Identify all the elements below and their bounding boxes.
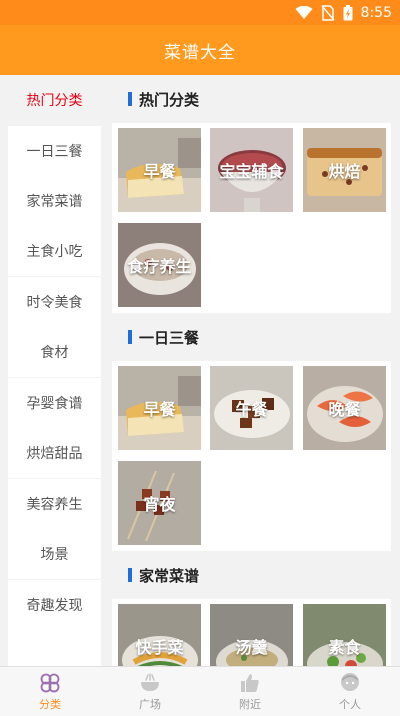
page-title: 菜谱大全 [164,42,236,63]
category-tile[interactable]: 晚餐 [303,366,386,450]
category-content: 热门分类 早餐 宝宝辅食 烘焙 食疗养生 一日三餐 早餐 午餐 晚餐 宵夜 家常… [112,75,400,666]
category-tile[interactable]: 早餐 [118,128,201,212]
category-tile[interactable]: 宝宝辅食 [210,128,293,212]
sidebar-item-seasonal[interactable]: 时令美食 [8,277,101,327]
category-tile[interactable]: 烘焙 [303,128,386,212]
tile-label: 晚餐 [328,400,361,419]
sidebar-item-maternity[interactable]: 孕婴食谱 [8,378,101,428]
section-title: 一日三餐 [139,328,200,347]
tile-label: 汤羹 [235,638,268,657]
no-sim-icon [320,4,335,21]
tile-label: 早餐 [143,400,176,419]
status-bar: 8:55 [0,0,400,25]
section-header: 热门分类 [112,75,400,123]
sidebar-item-discover[interactable]: 奇趣发现 [8,580,101,630]
sidebar-item-staples-snacks[interactable]: 主食小吃 [8,226,101,276]
wifi-icon [295,5,313,19]
section-header: 一日三餐 [112,313,400,361]
tile-label: 快手菜 [135,638,184,657]
section-marker [128,330,132,344]
status-time: 8:55 [360,4,392,21]
category-tile[interactable]: 食疗养生 [118,223,201,307]
section-card: 早餐 宝宝辅食 烘焙 食疗养生 [112,123,391,313]
category-tile[interactable]: 素食 [303,604,386,666]
bowl-icon [139,672,161,694]
nav-label: 附近 [239,697,261,711]
nav-label: 个人 [339,697,361,711]
sidebar-item-beauty-health[interactable]: 美容养生 [8,479,101,529]
nav-item-profile[interactable]: 个人 [300,667,400,716]
tile-label: 素食 [328,638,361,657]
section-header: 家常菜谱 [112,551,400,599]
section-marker [128,568,132,582]
section-card: 早餐 午餐 晚餐 宵夜 [112,361,391,551]
tile-label: 食疗养生 [127,257,192,276]
category-tile[interactable]: 午餐 [210,366,293,450]
sidebar-item-scenes[interactable]: 场景 [8,529,101,579]
sidebar-item-hot[interactable]: 热门分类 [8,75,101,125]
battery-charging-icon [343,4,353,20]
bottom-nav: 分类 广场 附近 个人 [0,666,400,716]
category-tile[interactable]: 汤羹 [210,604,293,666]
tile-label: 烘焙 [328,162,361,181]
sidebar-item-three-meals[interactable]: 一日三餐 [8,126,101,176]
flower-icon [39,672,61,694]
app-bar: 菜谱大全 [0,25,400,75]
nav-item-category[interactable]: 分类 [0,667,100,716]
section-title: 热门分类 [139,90,200,109]
category-tile[interactable]: 早餐 [118,366,201,450]
category-sidebar: 热门分类 一日三餐 家常菜谱 主食小吃 时令美食 食材 孕婴食谱 烘焙甜品 美容… [0,75,112,666]
person-icon [339,672,361,694]
nav-item-square[interactable]: 广场 [100,667,200,716]
thumbs-up-icon [239,672,261,694]
section-title: 家常菜谱 [139,566,200,585]
sidebar-item-ingredients[interactable]: 食材 [8,327,101,377]
nav-item-nearby[interactable]: 附近 [200,667,300,716]
sidebar-item-baking[interactable]: 烘焙甜品 [8,428,101,478]
category-tile[interactable]: 宵夜 [118,461,201,545]
category-tile[interactable]: 快手菜 [118,604,201,666]
sidebar-item-home-cooking[interactable]: 家常菜谱 [8,176,101,226]
section-marker [128,92,132,106]
nav-label: 分类 [39,697,61,711]
tile-label: 宵夜 [143,495,176,514]
section-card: 快手菜 汤羹 素食 [112,599,391,666]
tile-label: 宝宝辅食 [219,162,284,181]
sidebar-item-more [8,630,101,666]
status-icons: 8:55 [295,3,392,22]
tile-label: 早餐 [143,162,176,181]
nav-label: 广场 [139,697,161,711]
tile-label: 午餐 [235,400,268,419]
